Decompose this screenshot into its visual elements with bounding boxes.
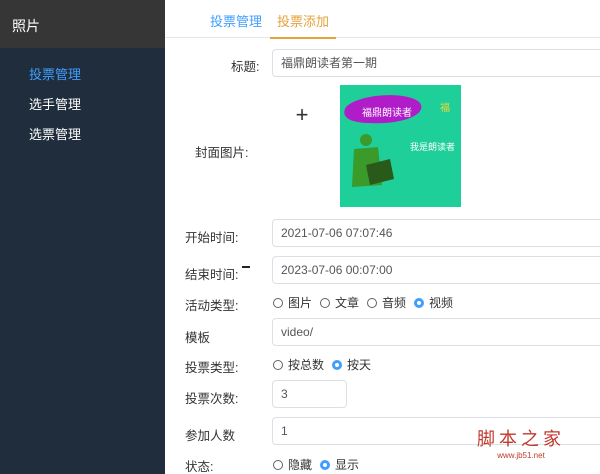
radio-checked-icon <box>414 297 425 308</box>
sidebar-item-vote-management[interactable]: 投票管理 <box>0 60 165 90</box>
radio-icon <box>273 359 283 370</box>
tab-bar: 投票管理 投票添加 <box>165 0 600 39</box>
minus-icon <box>242 266 250 268</box>
vote-type-option-total[interactable]: 按总数 <box>273 356 324 373</box>
title-label: 标题: <box>231 60 260 74</box>
activity-type-radio-group: 图片 文章 音频 视频 <box>273 294 461 311</box>
cover-label: 封面图片: <box>195 146 249 160</box>
vote-type-option-daily[interactable]: 按天 <box>332 356 371 373</box>
activity-type-option-article[interactable]: 文章 <box>320 294 359 311</box>
sidebar-menu: 投票管理 选手管理 选票管理 <box>0 48 165 150</box>
participants-label: 参加人数 <box>185 429 236 443</box>
radio-icon <box>367 297 378 308</box>
end-time-label: 结束时间: <box>185 268 239 282</box>
radio-icon <box>273 297 283 308</box>
sidebar-item-contestant-management[interactable]: 选手管理 <box>0 90 165 120</box>
cover-image: 福鼎朗读者 福 我是朗读者 <box>340 85 461 207</box>
tab-vote-add[interactable]: 投票添加 <box>270 0 336 39</box>
start-time-label: 开始时间: <box>185 231 239 245</box>
status-label: 状态: <box>185 460 214 474</box>
status-radio-group: 隐藏 显示 <box>273 456 367 473</box>
cover-text-1: 福鼎朗读者 <box>362 106 412 119</box>
watermark-main: 脚本之家 <box>477 429 565 450</box>
plus-icon: + <box>295 102 309 127</box>
status-option-hidden[interactable]: 隐藏 <box>273 456 312 473</box>
cover-text-2: 我是朗读者 <box>410 141 455 153</box>
end-time-input[interactable]: 2023-07-06 00:07:00 <box>272 256 600 284</box>
cover-upload-button[interactable]: + <box>272 85 332 145</box>
cover-illustration: 福鼎朗读者 福 我是朗读者 <box>340 85 461 207</box>
template-label: 模板 <box>185 331 211 345</box>
watermark: 脚本之家 www.jb51.net <box>477 425 565 460</box>
activity-type-option-audio[interactable]: 音频 <box>367 294 406 311</box>
vote-count-label: 投票次数: <box>185 392 239 406</box>
activity-type-option-image[interactable]: 图片 <box>273 294 312 311</box>
cover-text-3: 福 <box>440 101 450 114</box>
vote-type-label: 投票类型: <box>185 361 239 375</box>
activity-type-label: 活动类型: <box>185 299 239 313</box>
watermark-sub: www.jb51.net <box>497 451 545 460</box>
main-panel: 投票管理 投票添加 标题: 福鼎朗读者第一期 封面图片: + 福鼎朗读者 福 我… <box>165 0 600 474</box>
sidebar-item-ballot-management[interactable]: 选票管理 <box>0 120 165 150</box>
start-time-input[interactable]: 2021-07-06 07:07:46 <box>272 219 600 247</box>
radio-icon <box>320 297 331 308</box>
template-input[interactable]: video/ <box>272 318 600 346</box>
activity-type-option-video[interactable]: 视频 <box>414 294 453 311</box>
radio-checked-icon <box>320 459 331 470</box>
vote-type-radio-group: 按总数 按天 <box>273 356 379 373</box>
status-option-visible[interactable]: 显示 <box>320 456 359 473</box>
radio-checked-icon <box>332 359 343 370</box>
tab-vote-management[interactable]: 投票管理 <box>210 0 262 38</box>
radio-icon <box>273 459 283 470</box>
sidebar: 照片 投票管理 选手管理 选票管理 <box>0 0 165 474</box>
vote-count-input[interactable]: 3 <box>272 380 347 408</box>
sidebar-title: 照片 <box>0 0 165 48</box>
title-input[interactable]: 福鼎朗读者第一期 <box>272 49 600 77</box>
